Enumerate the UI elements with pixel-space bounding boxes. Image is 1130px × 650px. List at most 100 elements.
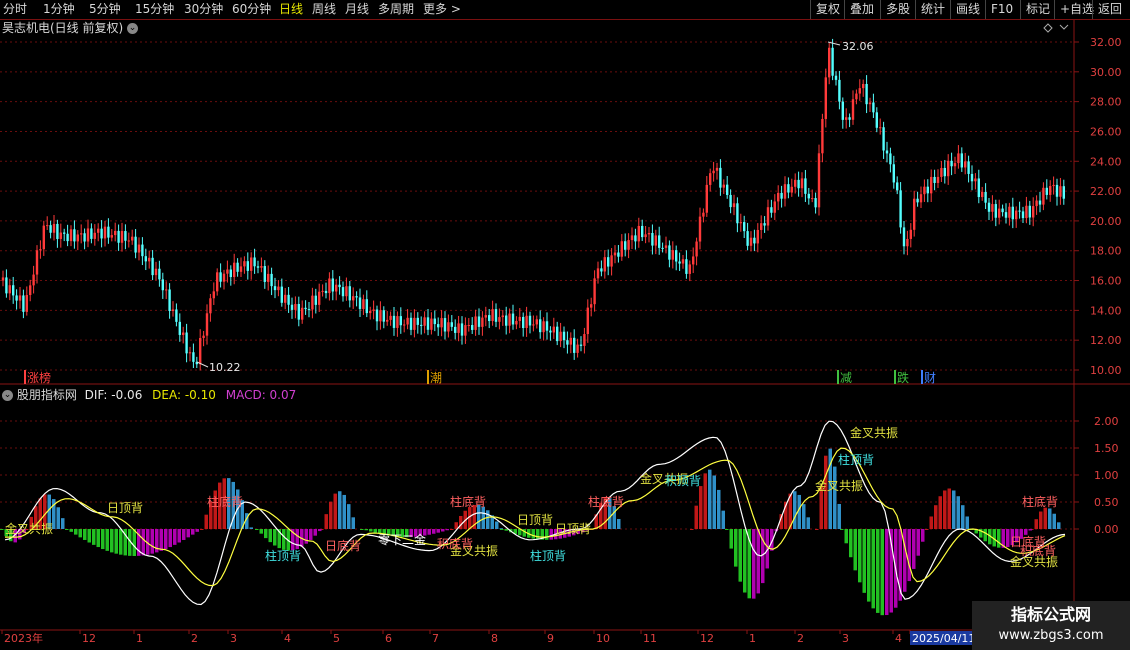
indicator-tick-label: 0.50	[1094, 496, 1119, 509]
candle-body	[800, 178, 804, 189]
candle-body	[403, 324, 406, 326]
candle-body	[491, 309, 494, 322]
candle-body	[474, 316, 477, 330]
candle-body	[141, 244, 144, 257]
candle-body	[848, 117, 851, 120]
macd-bar	[369, 529, 373, 532]
macd-bar	[338, 491, 342, 529]
candle-body	[522, 316, 525, 329]
candle-body	[647, 232, 651, 235]
dea-value: DEA: -0.10	[152, 388, 216, 402]
macd-bar	[450, 529, 454, 530]
candle-body	[233, 262, 236, 278]
signal-label: 金叉共振	[5, 521, 53, 536]
candle-body	[100, 228, 103, 239]
macd-bar	[1034, 519, 1038, 529]
candle-body	[919, 194, 923, 203]
macd-bar	[441, 529, 445, 532]
candle-body	[39, 249, 42, 251]
candle-body	[709, 173, 712, 185]
candle-body	[634, 235, 637, 242]
candle-body	[681, 259, 685, 264]
candle-body	[386, 319, 389, 322]
candle-body	[593, 278, 596, 305]
candle-body	[688, 264, 691, 274]
candle-body	[185, 332, 188, 354]
candle-body	[297, 304, 300, 320]
macd-bar	[703, 473, 707, 529]
candle-body	[365, 299, 368, 314]
macd-bar	[119, 529, 123, 555]
macd-bar	[182, 529, 186, 540]
candle-body	[1001, 208, 1004, 213]
candle-body	[692, 256, 695, 265]
macd-bar	[849, 529, 853, 558]
candle-body	[889, 153, 892, 165]
candle-body	[780, 192, 783, 199]
candle-body	[273, 286, 277, 291]
candle-body	[205, 313, 209, 336]
candle-body	[583, 334, 586, 346]
macd-bar	[333, 493, 337, 529]
candle-body	[69, 229, 73, 242]
collapse-icon[interactable]	[1059, 24, 1069, 30]
candle-body	[168, 289, 171, 312]
event-tag: 财	[924, 371, 936, 385]
candle-body	[484, 315, 487, 318]
candle-body	[532, 324, 535, 326]
macd-bar	[273, 529, 277, 546]
candle-body	[430, 318, 433, 330]
indicator-name: 股朋指标网	[16, 388, 77, 402]
candle-body	[607, 257, 610, 267]
candle-body	[46, 225, 49, 227]
event-tag-marker	[24, 370, 26, 384]
candle-body	[664, 245, 668, 248]
candle-body	[324, 290, 328, 294]
candle-body	[596, 268, 600, 279]
candle-body	[250, 257, 253, 271]
diamond-icon[interactable]	[1043, 23, 1053, 33]
candle-body	[719, 167, 722, 188]
candle-body	[613, 252, 617, 256]
indicator-toggle-icon[interactable]: ⌄	[2, 390, 13, 401]
candle-body	[916, 198, 919, 203]
candle-body	[362, 299, 365, 309]
candle-body	[685, 259, 688, 274]
candle-body	[783, 184, 787, 199]
candle-body	[909, 229, 912, 239]
macd-bar	[699, 486, 703, 529]
candle-body	[773, 201, 776, 213]
macd-bar	[708, 469, 712, 529]
candle-body	[175, 309, 178, 322]
time-tick-label: 8	[491, 632, 498, 645]
macd-bar	[282, 529, 286, 550]
macd-bar	[264, 529, 268, 539]
candle-body	[413, 317, 416, 330]
candle-body	[369, 310, 372, 314]
macd-bar	[961, 505, 965, 529]
candle-body	[950, 160, 953, 167]
macd-value: MACD: 0.07	[225, 388, 297, 402]
candle-body	[73, 229, 76, 242]
time-tick-label: 9	[547, 632, 554, 645]
cursor-date-label: 2025/04/11	[912, 632, 975, 645]
candle-body	[994, 204, 997, 218]
candle-body	[549, 330, 552, 333]
candle-body	[375, 309, 379, 322]
candle-body	[824, 77, 827, 119]
candle-body	[896, 182, 899, 191]
time-tick-label: 3	[842, 632, 849, 645]
candle-body	[348, 286, 351, 301]
candle-body	[641, 225, 644, 238]
signal-label: 日顶背	[517, 513, 553, 527]
candle-body	[1038, 200, 1042, 205]
candle-body	[811, 198, 814, 200]
candle-body	[804, 178, 807, 194]
candle-body	[406, 317, 409, 325]
signal-label: 积顶背	[665, 474, 701, 488]
event-tag-marker	[894, 370, 896, 384]
candle-body	[321, 290, 324, 292]
candle-body	[841, 101, 844, 120]
macd-bar	[132, 529, 136, 556]
candle-body	[998, 208, 1001, 218]
